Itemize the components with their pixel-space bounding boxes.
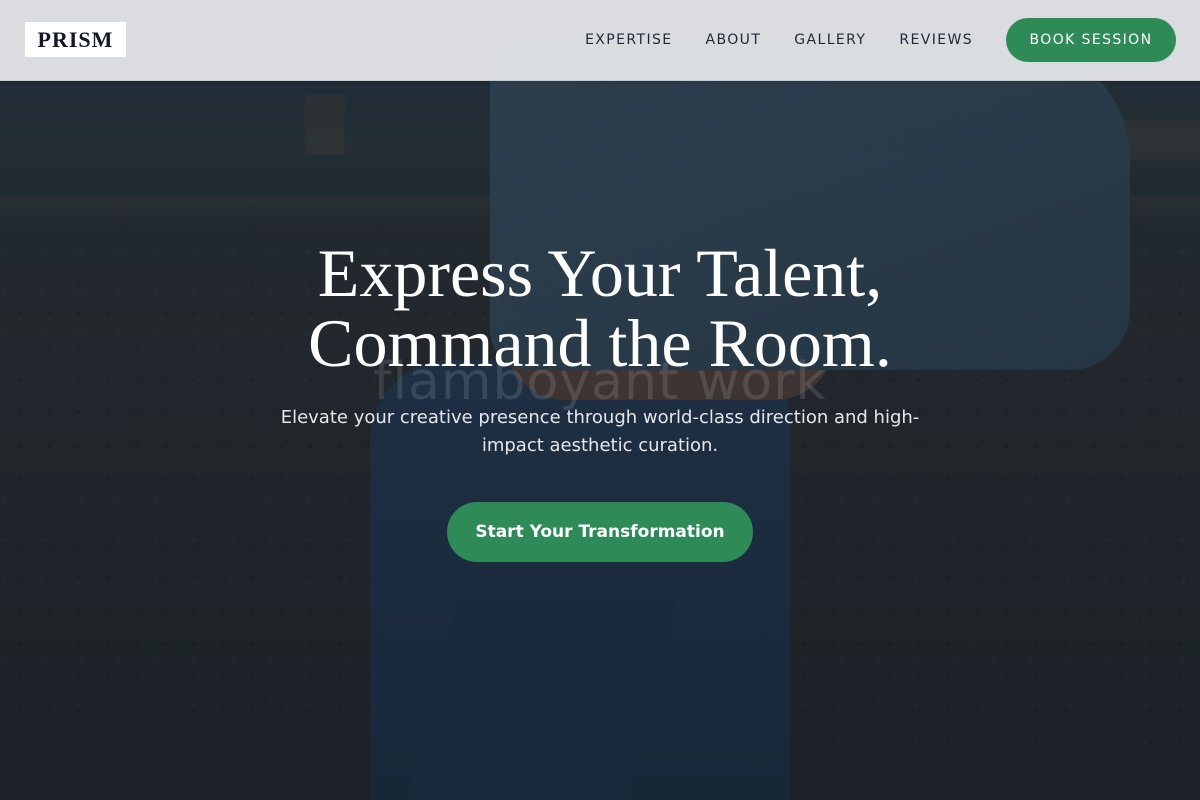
hero-title-line-2: Command the Room. [308, 305, 892, 381]
hero-title-line-1: Express Your Talent, [317, 235, 883, 311]
start-transformation-button[interactable]: Start Your Transformation [447, 502, 753, 562]
nav-link-reviews[interactable]: REVIEWS [899, 32, 973, 48]
hero-title: Express Your Talent, Command the Room. [150, 238, 1050, 378]
main-nav: EXPERTISE ABOUT GALLERY REVIEWS [585, 0, 973, 80]
top-navbar: PRISM EXPERTISE ABOUT GALLERY REVIEWS BO… [0, 0, 1200, 81]
brand-logo[interactable]: PRISM [25, 22, 126, 57]
nav-link-about[interactable]: ABOUT [706, 32, 762, 48]
nav-link-expertise[interactable]: EXPERTISE [585, 32, 672, 48]
book-session-button[interactable]: BOOK SESSION [1006, 18, 1176, 62]
hero-section: Express Your Talent, Command the Room. E… [0, 80, 1200, 800]
nav-link-gallery[interactable]: GALLERY [794, 32, 866, 48]
landing-page: flamboyant work PRISM EXPERTISE ABOUT GA… [0, 0, 1200, 800]
hero-subtitle: Elevate your creative presence through w… [280, 407, 920, 456]
